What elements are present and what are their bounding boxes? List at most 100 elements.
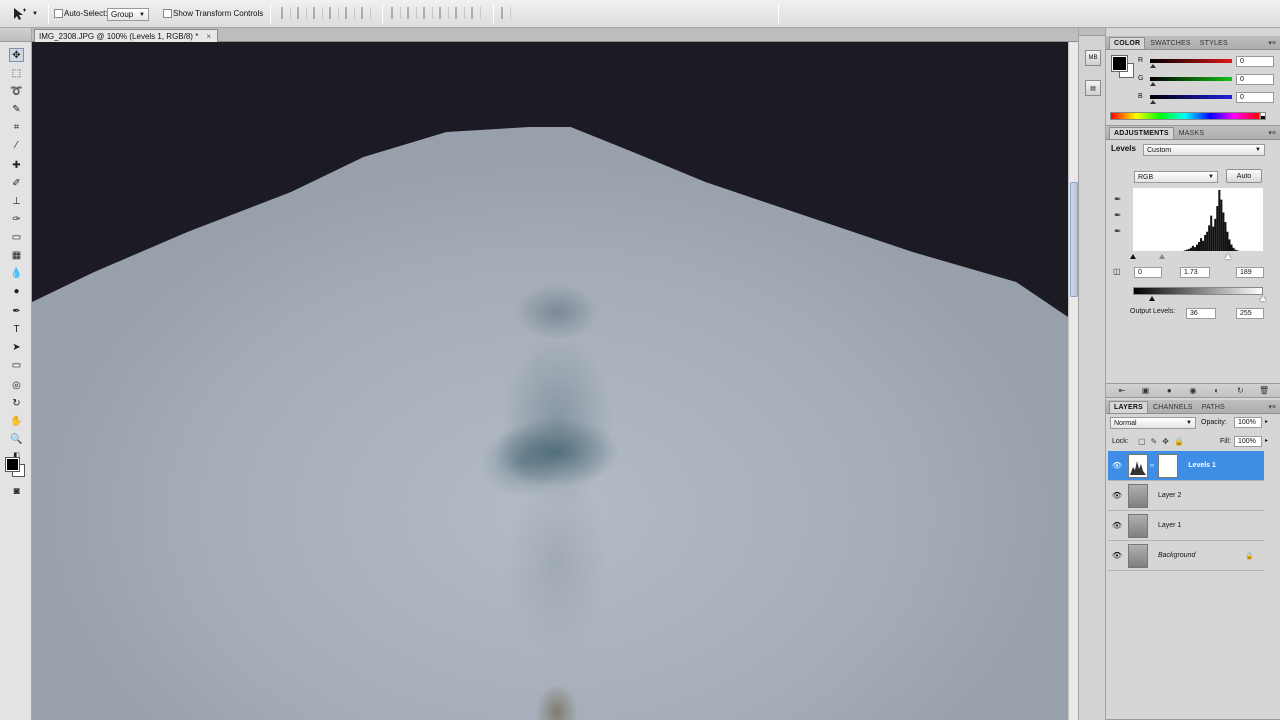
- output-white-slider[interactable]: [1260, 296, 1266, 301]
- distribute-bottom-icon[interactable]: [423, 7, 433, 19]
- distribute-right-icon[interactable]: [471, 7, 481, 19]
- input-gamma-field[interactable]: 1.73: [1180, 267, 1210, 278]
- panel-menu-icon[interactable]: ▾≡: [1268, 129, 1276, 137]
- eye-icon[interactable]: 👁: [1108, 551, 1126, 560]
- gradient-tool-icon[interactable]: ▦: [9, 248, 24, 262]
- shape-tool-icon[interactable]: ▭: [9, 358, 24, 372]
- channel-slider-g[interactable]: [1150, 77, 1232, 81]
- align-bottom-icon[interactable]: [313, 7, 323, 19]
- channel-value-r[interactable]: 0: [1236, 56, 1274, 67]
- quick-mask-icon[interactable]: ◙: [9, 484, 24, 498]
- blur-tool-icon[interactable]: 💧: [9, 266, 24, 280]
- output-black-field[interactable]: 36: [1186, 308, 1216, 319]
- align-right-icon[interactable]: [361, 7, 371, 19]
- tab-channels[interactable]: CHANNELS: [1149, 401, 1197, 413]
- image-canvas[interactable]: [32, 42, 1068, 720]
- visibility-icon[interactable]: ◉: [1187, 386, 1199, 395]
- hand-tool-icon[interactable]: ✋: [9, 414, 24, 428]
- gray-point-eyedropper-icon[interactable]: ✒: [1114, 210, 1126, 222]
- fill-arrow-icon[interactable]: ▸: [1265, 437, 1268, 444]
- 3d-orbit-tool-icon[interactable]: ↻: [9, 396, 24, 410]
- trash-icon[interactable]: 🗑: [1258, 386, 1270, 395]
- channel-slider-r[interactable]: [1150, 59, 1232, 63]
- tab-masks[interactable]: MASKS: [1175, 127, 1209, 139]
- distribute-top-icon[interactable]: [391, 7, 401, 19]
- input-black-field[interactable]: 0: [1134, 267, 1162, 278]
- layer-row-layer-2[interactable]: 👁 Layer 2: [1108, 481, 1264, 511]
- tab-adjustments[interactable]: ADJUSTMENTS: [1109, 127, 1174, 139]
- layer-row-layer-1[interactable]: 👁 Layer 1: [1108, 511, 1264, 541]
- color-spectrum[interactable]: [1110, 112, 1260, 120]
- tab-swatches[interactable]: SWATCHES: [1146, 37, 1195, 49]
- quick-selection-tool-icon[interactable]: ✎: [9, 102, 24, 116]
- slider-knob[interactable]: [1150, 64, 1156, 68]
- output-black-slider[interactable]: [1149, 296, 1155, 301]
- move-tool-icon[interactable]: ✥: [9, 48, 24, 62]
- tab-styles[interactable]: STYLES: [1196, 37, 1232, 49]
- distribute-hcenter-icon[interactable]: [455, 7, 465, 19]
- link-icon[interactable]: ∞: [1150, 463, 1154, 469]
- zoom-tool-icon[interactable]: 🔍: [9, 432, 24, 446]
- pen-tool-icon[interactable]: ✒: [9, 304, 24, 318]
- layer-row-levels-1[interactable]: 👁 ∞ Levels 1: [1108, 451, 1264, 481]
- mini-bridge-icon[interactable]: MB: [1085, 50, 1101, 66]
- history-brush-tool-icon[interactable]: ✑: [9, 212, 24, 226]
- eraser-tool-icon[interactable]: ▭: [9, 230, 24, 244]
- vertical-scrollbar[interactable]: [1068, 42, 1078, 720]
- type-tool-icon[interactable]: T: [9, 322, 24, 336]
- output-white-field[interactable]: 255: [1236, 308, 1264, 319]
- input-gamma-slider[interactable]: [1159, 254, 1165, 259]
- align-left-icon[interactable]: [329, 7, 339, 19]
- input-black-slider[interactable]: [1130, 254, 1136, 259]
- auto-button[interactable]: Auto: [1226, 169, 1262, 183]
- clone-stamp-tool-icon[interactable]: ⊥: [9, 194, 24, 208]
- layer-row-background[interactable]: 👁 Background 🔒: [1108, 541, 1264, 571]
- opacity-arrow-icon[interactable]: ▸: [1265, 418, 1268, 425]
- eye-icon[interactable]: 👁: [1108, 461, 1126, 470]
- align-hcenter-icon[interactable]: [345, 7, 355, 19]
- blend-mode-dropdown[interactable]: Normal ▼: [1110, 417, 1196, 429]
- dodge-tool-icon[interactable]: ●: [9, 284, 24, 298]
- input-white-field[interactable]: 189: [1236, 267, 1264, 278]
- auto-align-layers-icon[interactable]: [501, 7, 511, 19]
- 3d-rotate-tool-icon[interactable]: ◎: [9, 378, 24, 392]
- opacity-field[interactable]: 100%: [1234, 417, 1262, 428]
- channel-value-g[interactable]: 0: [1236, 74, 1274, 85]
- tool-preset-picker[interactable]: ▼: [10, 5, 44, 23]
- channel-slider-b[interactable]: [1150, 95, 1232, 99]
- brush-tool-icon[interactable]: ✐: [9, 176, 24, 190]
- tab-color[interactable]: COLOR: [1109, 37, 1146, 49]
- input-white-slider[interactable]: [1225, 254, 1231, 259]
- expanded-view-icon[interactable]: ▣: [1140, 386, 1152, 395]
- preset-dropdown[interactable]: Custom ▼: [1143, 144, 1265, 156]
- distribute-vcenter-icon[interactable]: [407, 7, 417, 19]
- channel-dropdown[interactable]: RGB ▼: [1134, 171, 1218, 183]
- distribute-left-icon[interactable]: [439, 7, 449, 19]
- history-icon[interactable]: ▤: [1085, 80, 1101, 96]
- eyedropper-tool-icon[interactable]: ⁄: [9, 138, 24, 152]
- fill-field[interactable]: 100%: [1234, 436, 1262, 447]
- align-vcenter-icon[interactable]: [297, 7, 307, 19]
- dock-grip[interactable]: [1079, 28, 1105, 36]
- spot-healing-tool-icon[interactable]: ✚: [9, 158, 24, 172]
- document-tab[interactable]: IMG_2308.JPG @ 100% (Levels 1, RGB/8) * …: [34, 29, 218, 42]
- tools-panel-grip[interactable]: [0, 28, 31, 42]
- lock-options-icons[interactable]: ▢✎✥🔒: [1138, 437, 1189, 446]
- eye-icon[interactable]: 👁: [1108, 491, 1126, 500]
- white-point-eyedropper-icon[interactable]: ✒: [1114, 226, 1126, 238]
- panel-menu-icon[interactable]: ▾≡: [1268, 39, 1276, 47]
- panel-menu-icon[interactable]: ▾≡: [1268, 403, 1276, 411]
- tab-paths[interactable]: PATHS: [1198, 401, 1229, 413]
- slider-knob[interactable]: [1150, 100, 1156, 104]
- layer-mask-thumb[interactable]: [1158, 453, 1179, 478]
- auto-select-dropdown[interactable]: Group ▼: [107, 8, 149, 21]
- clipping-display-icon[interactable]: ◫: [1113, 267, 1125, 279]
- reset-icon[interactable]: ↻: [1234, 386, 1246, 395]
- transform-controls-checkbox[interactable]: [163, 9, 172, 18]
- align-top-icon[interactable]: [281, 7, 291, 19]
- marquee-tool-icon[interactable]: ⬚: [9, 66, 24, 80]
- eye-icon[interactable]: 👁: [1108, 521, 1126, 530]
- return-to-list-icon[interactable]: ⇤: [1116, 386, 1128, 395]
- scrollbar-thumb[interactable]: [1070, 182, 1078, 297]
- crop-tool-icon[interactable]: ⌗: [9, 120, 24, 134]
